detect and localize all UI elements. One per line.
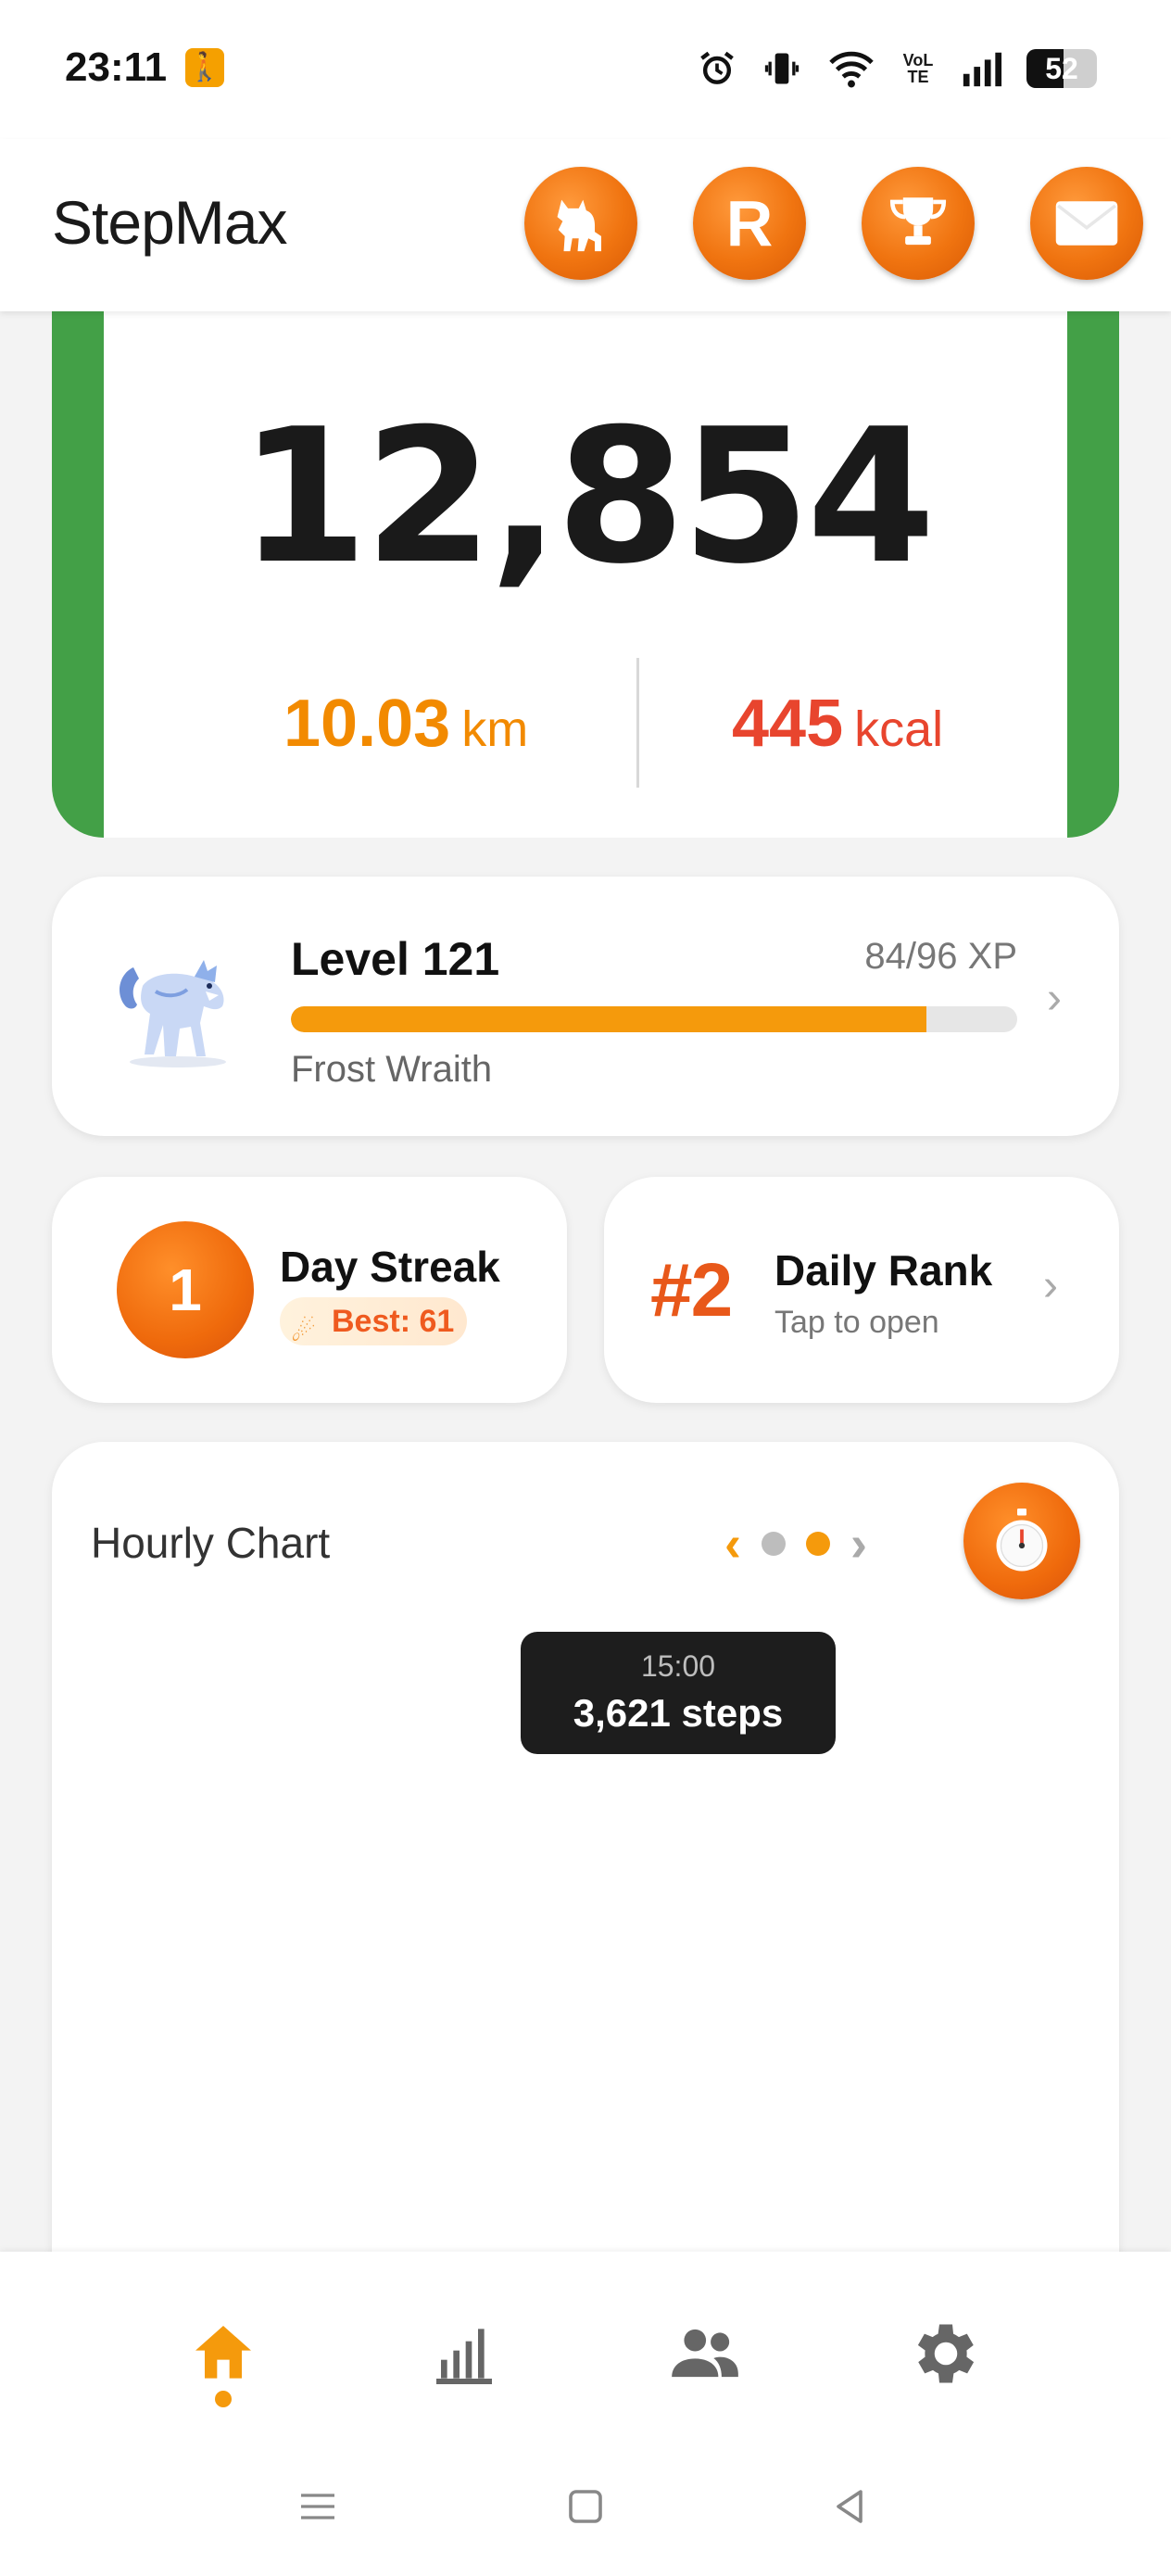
rank-value: #2 <box>650 1248 733 1332</box>
mail-icon <box>1055 201 1118 246</box>
trophy-icon <box>889 197 947 246</box>
nav-home[interactable] <box>177 2307 270 2400</box>
messages-button[interactable] <box>1030 167 1143 280</box>
streak-label: Day Streak <box>280 1243 500 1291</box>
stats-icon <box>436 2329 492 2384</box>
friends-icon <box>672 2329 738 2378</box>
status-bar: 23:11 🚶 VoLTE 52 <box>0 0 1171 139</box>
level-xp: 84/96 XP <box>864 936 1017 977</box>
vibrate-icon <box>764 53 800 84</box>
distance-value: 10.03 <box>283 687 451 761</box>
recent-apps-button[interactable] <box>285 2474 350 2539</box>
nav-friends[interactable] <box>659 2307 751 2400</box>
status-icons: VoLTE 52 <box>697 41 1097 96</box>
volte-icon: VoLTE <box>902 51 934 86</box>
level-title: Level 121 <box>291 933 500 985</box>
pet-button[interactable] <box>524 167 637 280</box>
stat-divider <box>636 658 639 788</box>
step-count: 12,854 <box>239 389 936 605</box>
rank-label: Daily Rank <box>774 1246 993 1294</box>
square-icon <box>569 2490 602 2523</box>
dog-icon <box>557 199 601 252</box>
distance-stat: 10.03 km <box>283 686 528 762</box>
distance-unit: km <box>461 701 529 757</box>
character-name: Frost Wraith <box>291 1049 493 1090</box>
alarm-icon <box>700 51 734 84</box>
bottom-navigation <box>0 2252 1171 2437</box>
calories-unit: kcal <box>854 701 944 757</box>
calories-value: 445 <box>732 687 844 761</box>
app-title: StepMax <box>52 188 287 257</box>
chevron-right-icon: › <box>1043 1261 1058 1310</box>
status-time: 23:11 <box>65 44 168 90</box>
streak-count: 1 <box>117 1221 254 1358</box>
signal-icon <box>963 52 1002 87</box>
trophy-button[interactable] <box>862 167 975 280</box>
xp-progress-bar <box>291 1006 1017 1032</box>
steps-summary-card: 12,854 10.03 km 445 kcal <box>52 278 1119 838</box>
back-triangle-icon <box>837 2490 863 2523</box>
best-streak-badge: ☄ Best: 61 <box>280 1297 468 1347</box>
home-icon <box>195 2326 251 2379</box>
home-system-button[interactable] <box>553 2474 618 2539</box>
best-streak-text: Best: 61 <box>332 1304 455 1339</box>
walking-icon: 🚶 <box>185 48 224 87</box>
rewards-button[interactable]: R <box>693 167 806 280</box>
menu-icon <box>301 2494 334 2519</box>
rank-hint: Tap to open <box>774 1305 939 1340</box>
active-indicator <box>215 2391 232 2407</box>
tooltip-time: 15:00 <box>641 1649 715 1683</box>
back-button[interactable] <box>817 2474 882 2539</box>
nav-stats[interactable] <box>418 2307 510 2400</box>
wolf-avatar <box>120 960 226 1067</box>
nav-settings[interactable] <box>900 2307 992 2400</box>
xp-progress-fill <box>291 1006 926 1032</box>
settings-icon <box>917 2324 975 2383</box>
r-letter: R <box>725 187 774 259</box>
level-card[interactable]: Level 121 84/96 XP Frost Wraith › <box>52 877 1119 1136</box>
system-navigation-bar <box>0 2437 1171 2576</box>
comet-icon: ☄ <box>291 1317 316 1347</box>
tooltip-value: 3,621 steps <box>573 1691 784 1735</box>
chevron-right-icon: › <box>1047 974 1062 1023</box>
battery-level: 52 <box>1045 52 1078 85</box>
app-bar: StepMax R <box>0 139 1171 311</box>
wifi-icon <box>829 51 874 88</box>
daily-rank-card[interactable]: #2 Daily Rank Tap to open › <box>604 1177 1119 1403</box>
battery-icon: 52 <box>1026 49 1097 88</box>
calories-stat: 445 kcal <box>732 686 943 762</box>
streak-card: 1 Day Streak ☄ Best: 61 <box>52 1177 567 1403</box>
